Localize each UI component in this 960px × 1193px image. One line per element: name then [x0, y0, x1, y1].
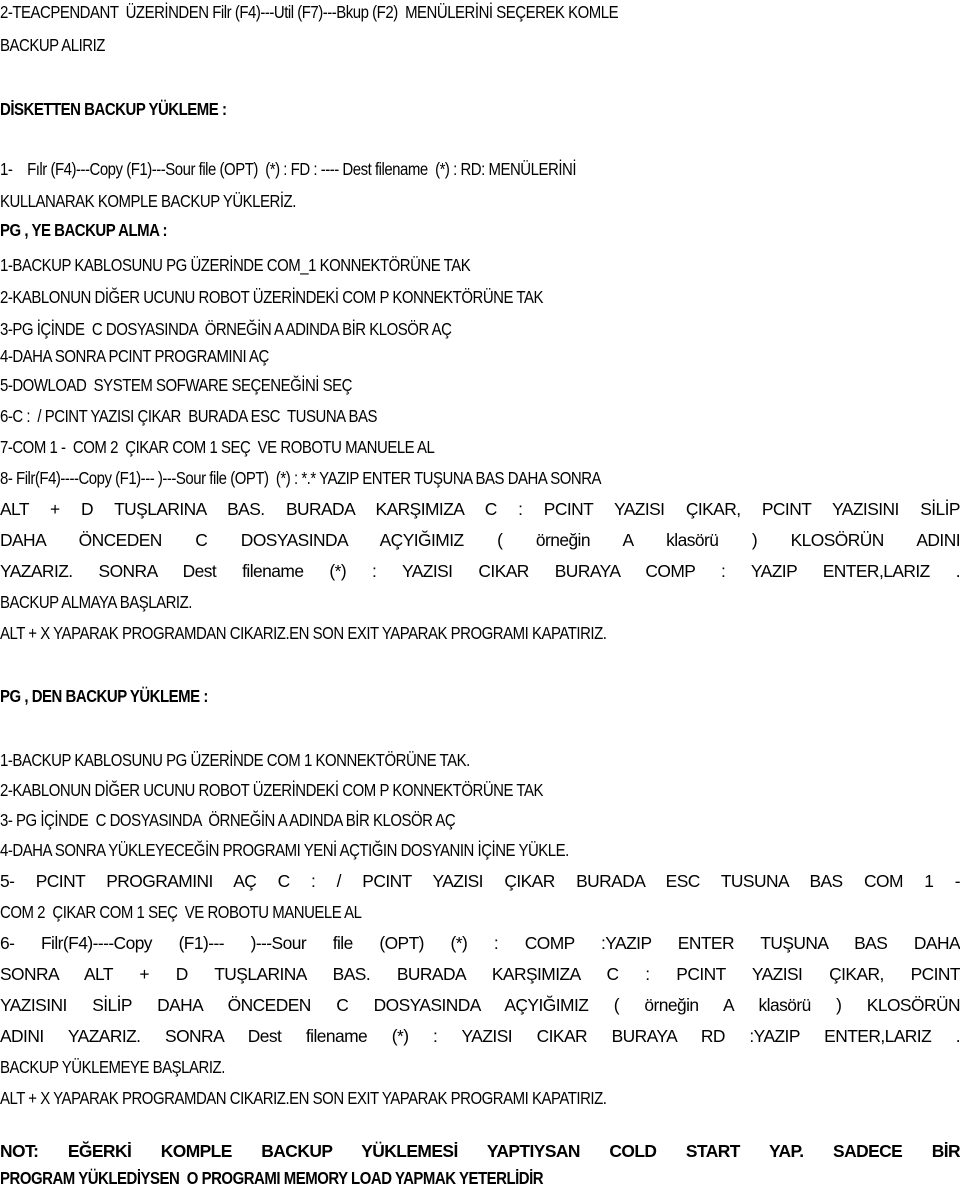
- pg-load-step: 1-BACKUP KABLOSUNU PG ÜZERİNDE COM 1 KON…: [0, 750, 470, 770]
- pg-load-step: 5- PCINT PROGRAMINI AÇ C : / PCINT YAZIS…: [0, 871, 960, 891]
- pg-backup-step: 7-COM 1 - COM 2 ÇIKAR COM 1 SEÇ VE ROBOT…: [0, 437, 435, 457]
- note-line: NOT: EĞERKİ KOMPLE BACKUP YÜKLEMESİ YAPT…: [0, 1141, 960, 1161]
- pg-backup-step: 2-KABLONUN DİĞER UCUNU ROBOT ÜZERİNDEKİ …: [0, 287, 543, 307]
- pg-load-step: BACKUP YÜKLEMEYE BAŞLARIZ.: [0, 1057, 225, 1077]
- floppy-step-line: 1- Fılr (F4)---Copy (F1)---Sour file (OP…: [0, 159, 577, 179]
- pg-load-step: 3- PG İÇİNDE C DOSYASINDA ÖRNEĞİN A ADIN…: [0, 810, 456, 830]
- pg-load-step: 6- Filr(F4)----Copy (F1)--- )---Sour fil…: [0, 933, 960, 953]
- pg-backup-step: DAHA ÖNCEDEN C DOSYASINDA AÇYIĞIMIZ ( ör…: [0, 530, 960, 550]
- pg-load-step: COM 2 ÇIKAR COM 1 SEÇ VE ROBOTU MANUELE …: [0, 902, 362, 922]
- pg-backup-step: 6-C : / PCINT YAZISI ÇIKAR BURADA ESC TU…: [0, 406, 378, 426]
- pg-load-step: 4-DAHA SONRA YÜKLEYECEĞİN PROGRAMI YENİ …: [0, 840, 569, 860]
- pg-backup-step: BACKUP ALMAYA BAŞLARIZ.: [0, 592, 192, 612]
- section-heading-pg-backup: PG , YE BACKUP ALMA :: [0, 220, 168, 240]
- pg-load-step: ADINI YAZARIZ. SONRA Dest filename (*) :…: [0, 1026, 960, 1046]
- intro-line: BACKUP ALIRIZ: [0, 35, 105, 55]
- pg-load-step: 2-KABLONUN DİĞER UCUNU ROBOT ÜZERİNDEKİ …: [0, 780, 543, 800]
- pg-backup-step: 5-DOWLOAD SYSTEM SOFWARE SEÇENEĞİNİ SEÇ: [0, 375, 352, 395]
- pg-load-step: SONRA ALT + D TUŞLARINA BAS. BURADA KARŞ…: [0, 964, 960, 984]
- pg-backup-step: 8- Filr(F4)----Copy (F1)--- )---Sour fil…: [0, 468, 602, 488]
- section-heading-floppy-load: DİSKETTEN BACKUP YÜKLEME :: [0, 99, 227, 119]
- intro-line: 2-TEACPENDANT ÜZERİNDEN Filr (F4)---Util…: [0, 2, 619, 22]
- pg-backup-step: ALT + X YAPARAK PROGRAMDAN CIKARIZ.EN SO…: [0, 623, 607, 643]
- pg-load-step: ALT + X YAPARAK PROGRAMDAN CIKARIZ.EN SO…: [0, 1088, 607, 1108]
- pg-backup-step: 3-PG İÇİNDE C DOSYASINDA ÖRNEĞİN A ADIND…: [0, 319, 452, 339]
- pg-load-step: YAZISINI SİLİP DAHA ÖNCEDEN C DOSYASINDA…: [0, 995, 960, 1015]
- section-heading-pg-load: PG , DEN BACKUP YÜKLEME :: [0, 686, 208, 706]
- floppy-step-line: KULLANARAK KOMPLE BACKUP YÜKLERİZ.: [0, 191, 296, 211]
- pg-backup-step: ALT + D TUŞLARINA BAS. BURADA KARŞIMIZA …: [0, 499, 960, 519]
- pg-backup-step: 1-BACKUP KABLOSUNU PG ÜZERİNDE COM_1 KON…: [0, 255, 471, 275]
- pg-backup-step: YAZARIZ. SONRA Dest filename (*) : YAZIS…: [0, 561, 960, 581]
- note-line: PROGRAM YÜKLEDİYSEN O PROGRAMI MEMORY LO…: [0, 1168, 544, 1188]
- pg-backup-step: 4-DAHA SONRA PCINT PROGRAMINI AÇ: [0, 346, 269, 366]
